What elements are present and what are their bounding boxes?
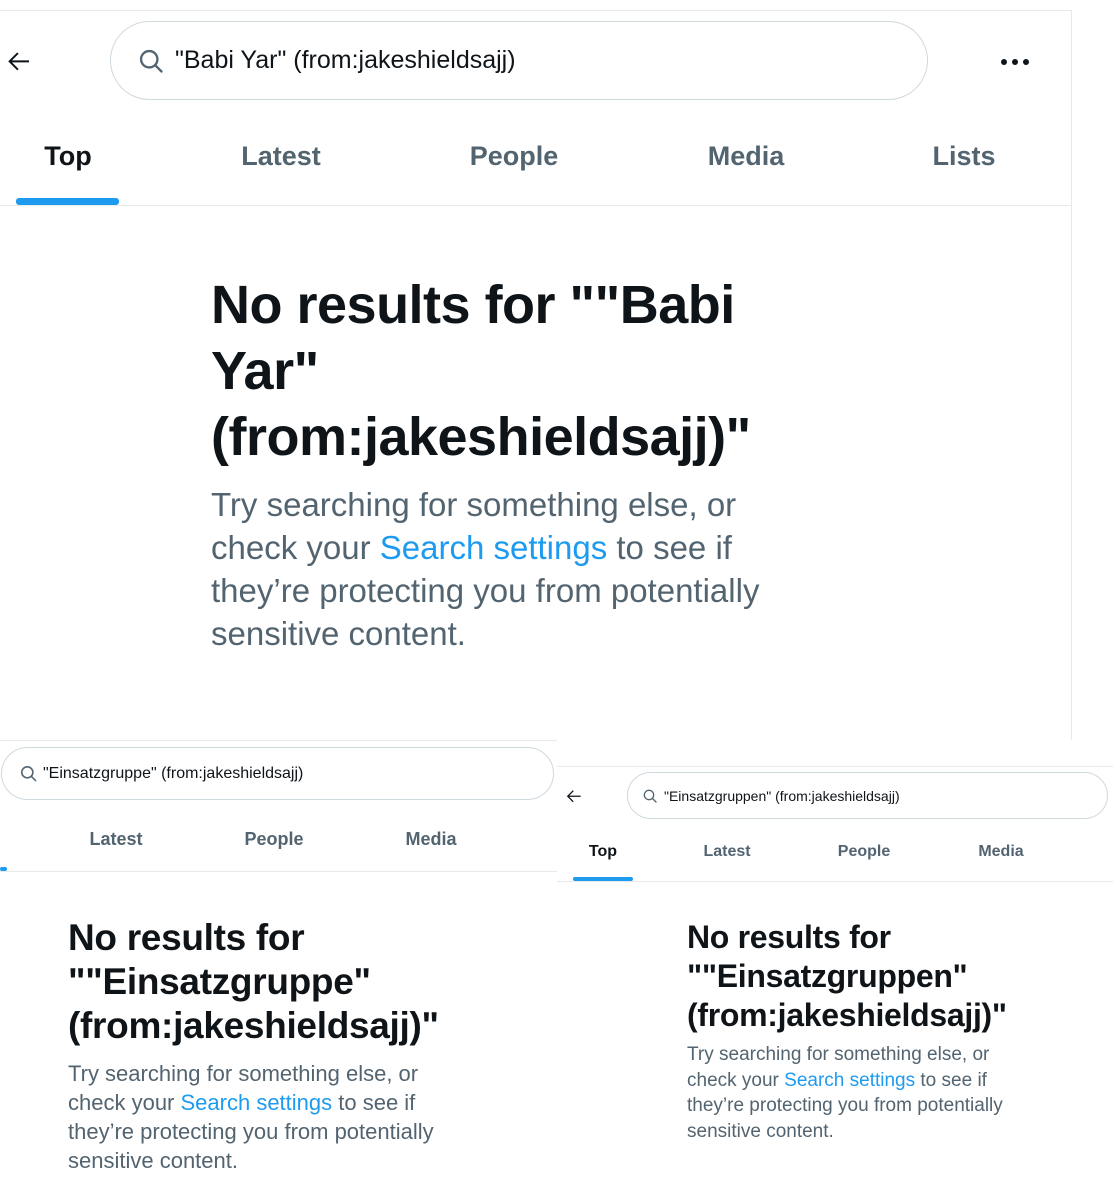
search-input[interactable]: "Einsatzgruppe" (from:jakeshieldsajj) [1,747,554,800]
no-results-heading: No results for ""Einsatzgruppen" (from:j… [687,919,1007,1033]
search-settings-link[interactable]: Search settings [380,529,607,566]
search-query-text: "Einsatzgruppen" (from:jakeshieldsajj) [664,787,900,804]
search-query-text: "Babi Yar" (from:jakeshieldsajj) [175,46,516,74]
tab-media[interactable]: Media [708,141,785,172]
search-settings-link[interactable]: Search settings [784,1070,915,1091]
top-divider [557,766,1113,767]
tab-people[interactable]: People [470,141,559,172]
tab-media[interactable]: Media [405,829,456,850]
tab-latest[interactable]: Latest [241,141,321,172]
tabs-divider [0,871,557,872]
back-button[interactable] [562,784,586,808]
no-results-message: Try searching for something else, or che… [68,1061,434,1173]
tab-people[interactable]: People [838,843,890,861]
more-horizontal-icon [1001,59,1007,65]
search-query-text: "Einsatzgruppe" (from:jakeshieldsajj) [43,764,304,782]
search-results-panel-2: "Einsatzgruppe" (from:jakeshieldsajj) La… [0,740,557,1200]
back-button[interactable] [2,44,36,78]
tab-latest[interactable]: Latest [89,829,142,850]
search-settings-link[interactable]: Search settings [181,1090,333,1115]
top-divider [0,740,557,741]
tab-latest[interactable]: Latest [703,843,750,861]
no-results-message: Try searching for something else, or che… [211,486,760,652]
search-icon [139,49,163,73]
right-border [1071,10,1072,740]
active-tab-indicator [16,198,119,205]
top-divider [0,10,1072,11]
search-input[interactable]: "Einsatzgruppen" (from:jakeshieldsajj) [627,772,1108,819]
search-results-panel-3: "Einsatzgruppen" (from:jakeshieldsajj) T… [557,740,1113,1200]
search-input[interactable]: "Babi Yar" (from:jakeshieldsajj) [110,21,928,100]
more-options-button[interactable] [1001,58,1029,66]
tab-media[interactable]: Media [978,843,1023,861]
search-results-panel-1: "Babi Yar" (from:jakeshieldsajj) Top Lat… [0,0,1113,740]
tab-lists[interactable]: Lists [932,141,995,172]
tab-people[interactable]: People [244,829,303,850]
tabs-divider [557,881,1113,882]
no-results-message: Try searching for something else, or che… [687,1044,1003,1142]
tab-top[interactable]: Top [44,141,91,172]
tab-top[interactable]: Top [589,843,617,861]
arrow-left-icon [566,790,581,803]
no-results-heading: No results for ""Babi Yar" (from:jakeshi… [211,275,751,467]
search-icon [643,789,657,803]
no-results-heading: No results for ""Einsatzgruppe" (from:ja… [68,917,439,1046]
arrow-left-icon [8,52,29,71]
tabs-divider [0,205,1071,206]
search-icon [20,765,37,782]
